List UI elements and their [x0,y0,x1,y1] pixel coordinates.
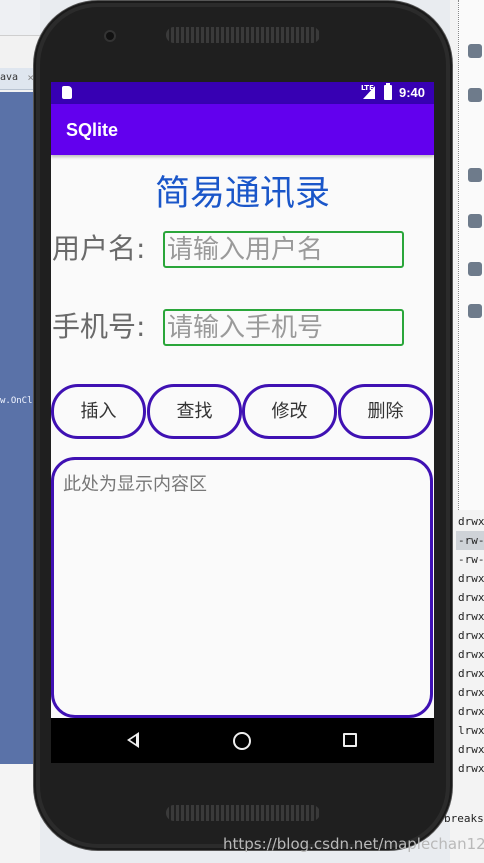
username-label: 用户名: [52,232,146,265]
query-button[interactable]: 查找 [147,384,242,439]
speaker-grille-bottom [166,805,320,821]
display-text: 此处为显示内容区 [63,474,207,495]
phone-input[interactable] [163,309,404,346]
file-listing-row[interactable]: -rw-- [456,550,484,569]
phone-label: 手机号: [52,310,146,343]
content-display-area[interactable]: 此处为显示内容区 [51,457,433,718]
tool-icon[interactable] [468,214,482,228]
recents-icon[interactable] [319,718,379,763]
file-listing-row[interactable]: drwx [456,645,484,664]
file-listing-row[interactable]: drwx [456,569,484,588]
file-listing-row[interactable]: drwx [456,664,484,683]
file-listing-row[interactable]: drwx [456,588,484,607]
speaker-grille-top [166,27,320,43]
file-listing-row[interactable]: drwx [456,702,484,721]
delete-button[interactable]: 删除 [338,384,433,439]
username-input[interactable] [163,231,404,268]
file-listing: drwx-rw-r-rw--drwxdrwxdrwxdrwxdrwxdrwxdr… [456,512,484,778]
tool-icon[interactable] [468,168,482,182]
phone-screen: LTE 9:40 SQlite 简易通讯录 用户名: 手机号: 插入 查找 修改… [51,82,434,763]
network-type: LTE [361,84,374,92]
battery-icon [384,83,392,100]
update-button[interactable]: 修改 [242,384,337,439]
file-listing-row[interactable]: drwx [456,626,484,645]
tool-icon[interactable] [468,44,482,58]
tool-icon[interactable] [468,304,482,318]
editor-tab-label: ava [0,72,19,83]
file-listing-row[interactable]: drwx [456,683,484,702]
sd-card-icon [62,86,72,99]
file-listing-row[interactable]: drwx [456,759,484,778]
breakpoints-tab[interactable]: breaks [444,812,484,825]
ide-toolbar [0,0,40,36]
file-listing-row[interactable]: -rw-r [456,531,484,550]
app-bar: SQlite [51,104,434,155]
file-listing-row[interactable]: drwx [456,607,484,626]
front-camera [106,32,114,40]
app-title: SQlite [66,120,119,140]
file-listing-row[interactable]: lrwxr [456,721,484,740]
page-title: 简易通讯录 [154,174,330,214]
ide-tool-strip [458,0,484,510]
home-icon[interactable] [212,718,272,763]
navigation-bar [51,718,434,763]
insert-button[interactable]: 插入 [51,384,146,439]
close-icon[interactable]: × [27,71,34,84]
file-listing-row[interactable]: drwx [456,512,484,531]
watermark: https://blog.csdn.net/maplechan123 [223,835,484,853]
tool-icon[interactable] [468,88,482,102]
back-icon[interactable] [105,718,165,763]
status-bar: LTE 9:40 [51,82,434,104]
tool-icon[interactable] [468,262,482,276]
file-listing-row[interactable]: drwx [456,740,484,759]
ide-right-panel: drwx-rw-r-rw--drwxdrwxdrwxdrwxdrwxdrwxdr… [444,0,484,863]
status-time: 9:40 [399,85,426,100]
